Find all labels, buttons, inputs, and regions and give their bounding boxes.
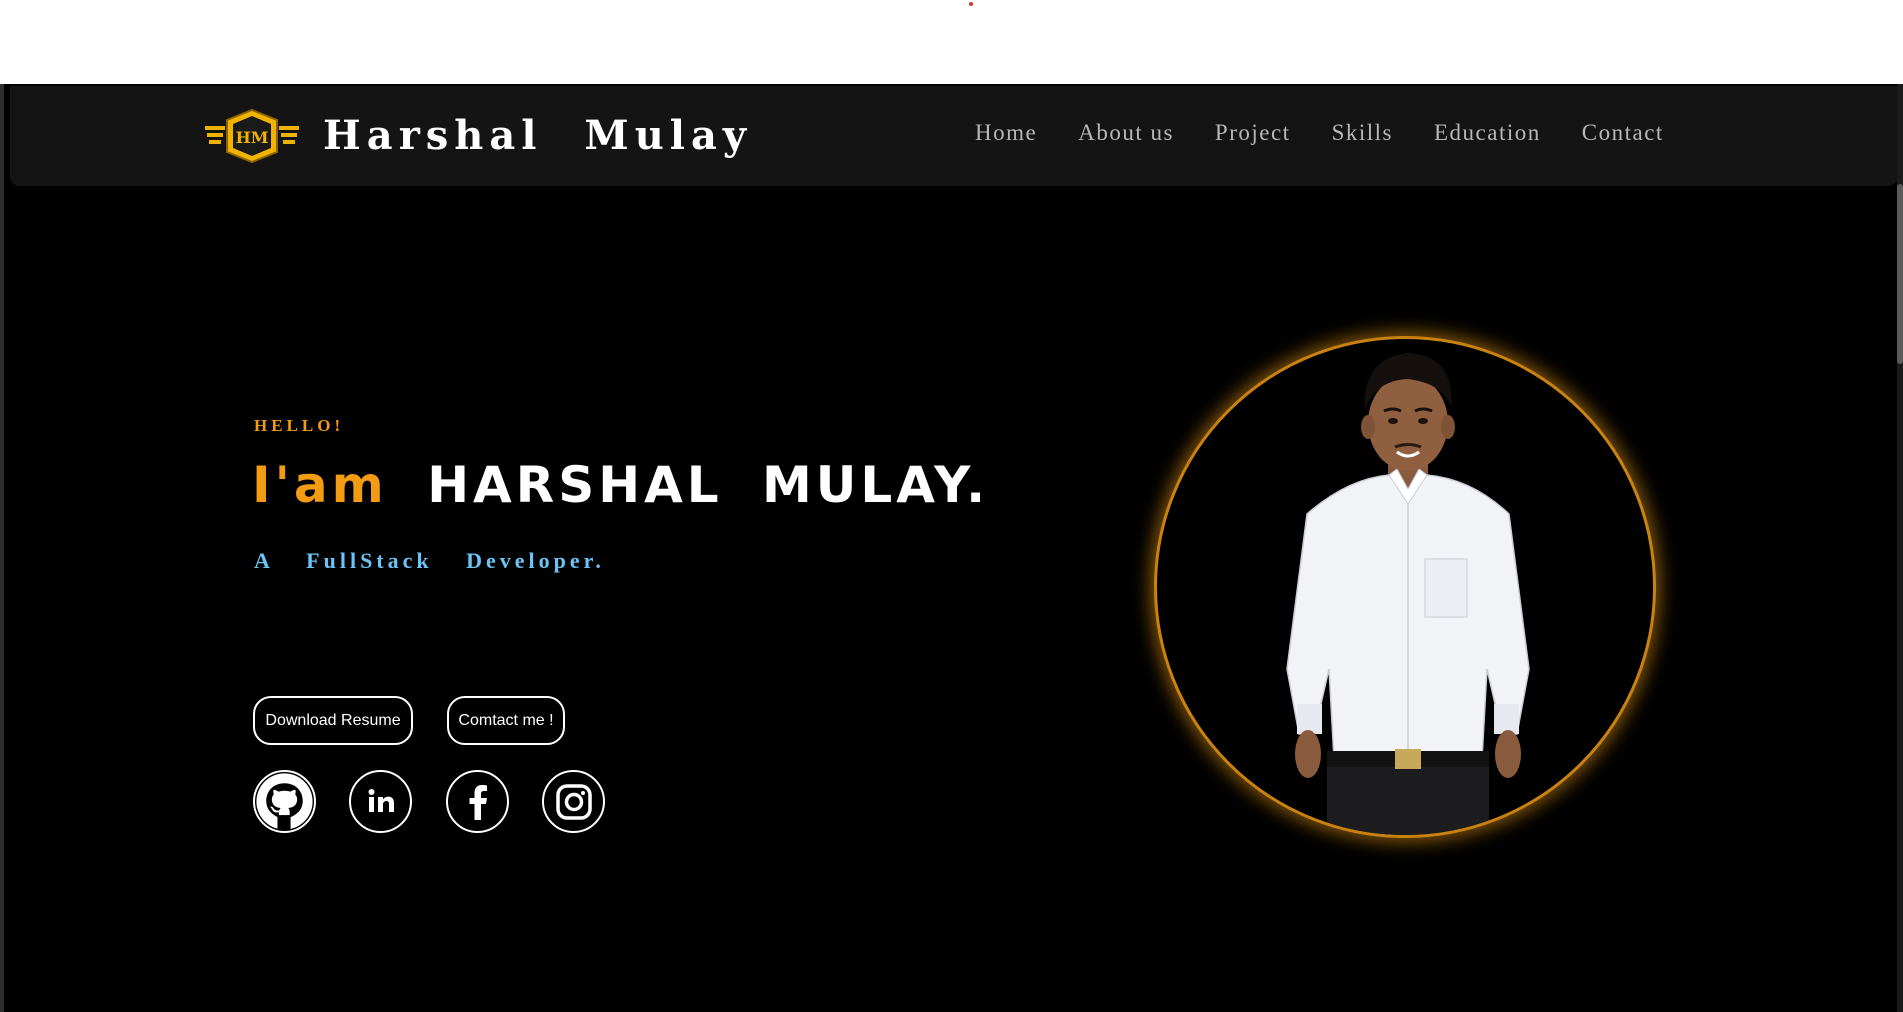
facebook-icon [469,784,487,820]
linkedin-icon [368,788,394,812]
navbar: HM Harshal Mulay Home About us Project S… [10,86,1898,186]
logo-icon[interactable]: HM [205,106,299,166]
scrollbar-thumb[interactable] [1897,184,1903,364]
nav-skills[interactable]: Skills [1332,120,1393,146]
scrollbar[interactable] [1897,84,1903,1012]
nav-home[interactable]: Home [975,120,1037,146]
browser-top-area [0,0,1903,84]
hero-headline: I'am HARSHAL MULAY. [252,456,989,514]
instagram-link[interactable] [542,770,605,833]
facebook-link[interactable] [446,770,509,833]
hero-intro: I'am [252,456,388,514]
profile-photo [1154,336,1656,838]
nav-contact[interactable]: Contact [1582,120,1664,146]
nav-about-us[interactable]: About us [1078,120,1174,146]
hero-name: HARSHAL MULAY. [427,456,990,514]
page-viewport: HM Harshal Mulay Home About us Project S… [0,84,1903,1012]
contact-me-button[interactable]: Comtact me ! [447,696,565,745]
hero-greeting: HELLO! [254,416,345,435]
logo-text: HM [236,128,269,147]
nav-education[interactable]: Education [1434,120,1541,146]
brand-name[interactable]: Harshal Mulay [323,112,752,159]
linkedin-link[interactable] [349,770,412,833]
download-resume-button[interactable]: Download Resume [253,696,413,745]
instagram-icon [555,783,592,820]
github-link[interactable] [253,770,316,833]
indicator-dot [969,2,973,6]
nav-project[interactable]: Project [1215,120,1291,146]
nav-links: Home About us Project Skills Education C… [975,120,1705,146]
hero-role: A FullStack Developer. [254,548,605,573]
profile-person-illustration [1286,353,1530,835]
github-icon [256,773,313,831]
